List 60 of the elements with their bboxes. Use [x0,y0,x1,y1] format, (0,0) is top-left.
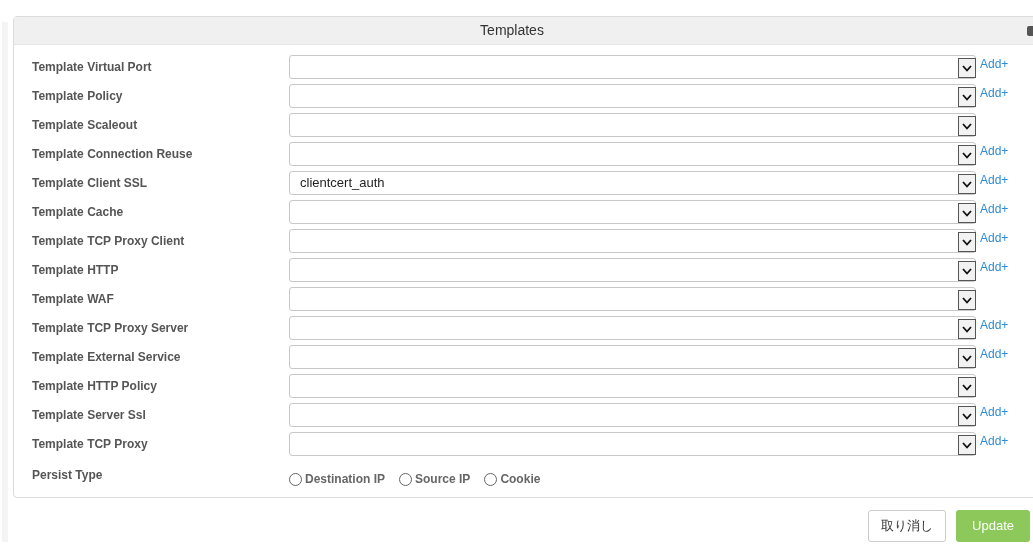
add-link[interactable]: Add+ [980,432,1009,450]
field-label: Template Server Ssl [31,407,147,424]
select-field[interactable] [289,200,976,224]
select-field[interactable] [289,403,976,427]
select-field[interactable] [289,316,976,340]
cancel-button[interactable]: 取り消し [868,510,947,542]
select-field[interactable] [289,432,976,456]
caret-icon [962,296,972,304]
select-field[interactable] [289,287,976,311]
field-label: Template External Service [31,349,182,366]
caret-icon [962,412,972,420]
caret-icon [962,93,972,101]
caret-icon [962,441,972,449]
select-field[interactable] [289,84,976,108]
update-button[interactable]: Update [956,510,1030,542]
select-field[interactable] [289,55,976,79]
add-link[interactable]: Add+ [980,345,1009,363]
field-label: Template TCP Proxy [31,436,149,453]
select-field[interactable]: clientcert_auth [289,171,976,195]
caret-icon [962,238,972,246]
caret-icon [962,354,972,362]
field-label: Template Connection Reuse [31,146,194,163]
field-label: Template WAF [31,291,115,308]
select-field[interactable] [289,113,976,137]
radio-option[interactable]: Cookie [484,470,541,488]
field-label: Template TCP Proxy Client [31,233,186,250]
caret-icon [962,267,972,275]
field-label: Template Virtual Port [31,59,153,76]
add-link[interactable]: Add+ [980,55,1009,73]
field-label: Persist Type [31,467,104,484]
field-label: Template Client SSL [31,175,149,192]
caret-icon [962,151,972,159]
radio-option[interactable]: Destination IP [289,470,385,488]
field-label: Template Policy [31,88,124,105]
field-label: Template Cache [31,204,125,221]
caret-icon [962,383,972,391]
caret-icon [962,209,972,217]
add-link[interactable]: Add+ [980,403,1009,421]
select-field[interactable] [289,229,976,253]
caret-icon [962,64,972,72]
add-link[interactable]: Add+ [980,258,1009,276]
caret-icon [962,180,972,188]
field-label: Template Scaleout [31,117,139,134]
add-link[interactable]: Add+ [980,84,1009,102]
add-link[interactable]: Add+ [980,171,1009,189]
select-field[interactable] [289,374,976,398]
panel-title: Templates [480,21,545,40]
field-label: Template TCP Proxy Server [31,320,190,337]
field-label: Template HTTP [31,262,120,279]
add-link[interactable]: Add+ [980,229,1009,247]
select-field[interactable] [289,142,976,166]
select-field[interactable] [289,258,976,282]
caret-icon [962,122,972,130]
add-link[interactable]: Add+ [980,200,1009,218]
select-field[interactable] [289,345,976,369]
radio-option[interactable]: Source IP [399,470,471,488]
add-link[interactable]: Add+ [980,142,1009,160]
add-link[interactable]: Add+ [980,316,1009,334]
caret-icon [962,325,972,333]
field-label: Template HTTP Policy [31,378,158,395]
